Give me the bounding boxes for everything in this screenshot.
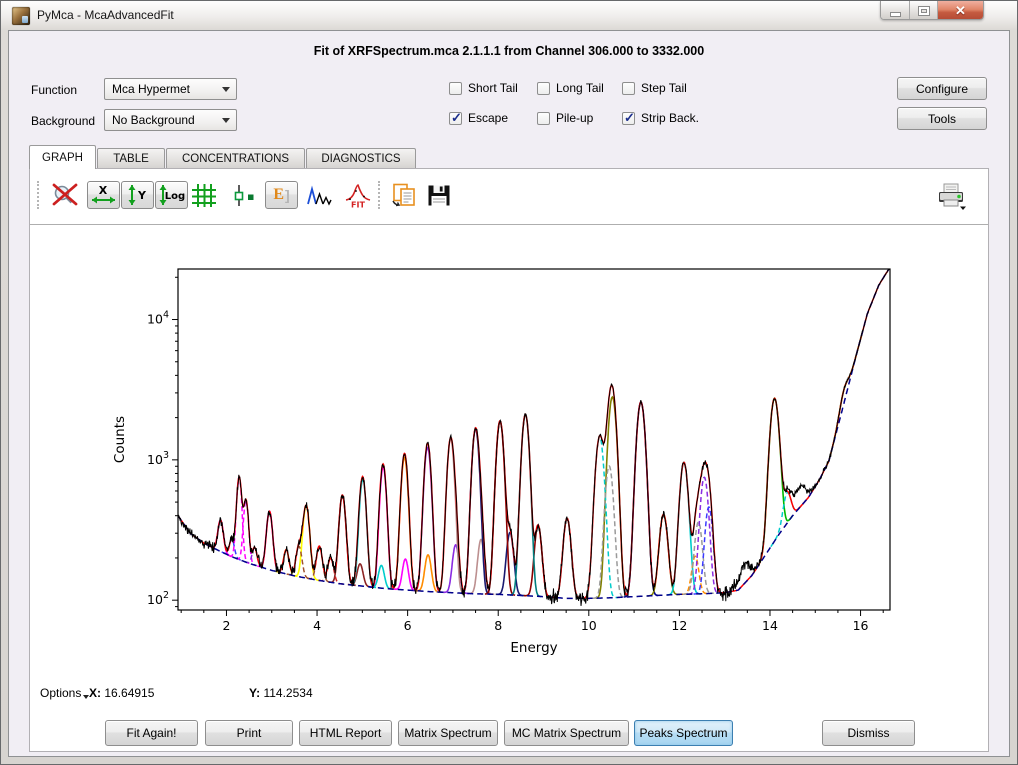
graph-tab-pane: X Y Log: [29, 168, 989, 752]
options-label: Options: [40, 686, 81, 700]
tab-concentrations[interactable]: CONCENTRATIONS: [166, 148, 305, 169]
checkbox-box: [622, 112, 635, 125]
background-combobox[interactable]: No Background: [104, 109, 237, 131]
svg-text:FIT: FIT: [351, 201, 365, 210]
peaks-spectrum-button[interactable]: Peaks Spectrum: [634, 720, 733, 746]
svg-text:104: 104: [147, 310, 169, 327]
spectrum-icon[interactable]: [306, 182, 336, 209]
pymca-window: PyMca - McaAdvancedFit ✕ Fit of XRFSpect…: [0, 0, 1018, 765]
x-autoscale-button[interactable]: X: [87, 181, 120, 209]
grid-icon[interactable]: [190, 182, 220, 209]
svg-text:16: 16: [853, 618, 869, 633]
checkbox-box: [537, 112, 550, 125]
configure-button[interactable]: Configure: [897, 77, 987, 100]
title-bar[interactable]: PyMca - McaAdvancedFit ✕: [1, 1, 1017, 30]
options-menu[interactable]: Options: [40, 686, 89, 700]
svg-text:12: 12: [671, 618, 687, 633]
checkbox-long-tail[interactable]: Long Tail: [537, 81, 604, 95]
function-combobox[interactable]: Mca Hypermet: [104, 78, 237, 100]
log-scale-button[interactable]: Log: [155, 181, 188, 209]
tab-graph[interactable]: GRAPH: [29, 145, 96, 169]
checkbox-label: Strip Back.: [641, 111, 699, 125]
background-value: No Background: [112, 113, 195, 127]
checkbox-pile-up[interactable]: Pile-up: [537, 111, 593, 125]
svg-text:6: 6: [404, 618, 412, 633]
minimize-button[interactable]: [881, 1, 910, 20]
checkbox-label: Escape: [468, 111, 508, 125]
html-report-button[interactable]: HTML Report: [299, 720, 392, 746]
checkbox-short-tail[interactable]: Short Tail: [449, 81, 518, 95]
svg-text:Y: Y: [137, 189, 147, 202]
checkbox-label: Long Tail: [556, 81, 604, 95]
x-value: 16.64915: [104, 686, 154, 700]
checkbox-label: Step Tail: [641, 81, 687, 95]
y-label: Y:: [249, 686, 260, 700]
fit-header-title: Fit of XRFSpectrum.mca 2.1.1.1 from Chan…: [9, 44, 1009, 58]
svg-text:X: X: [99, 184, 108, 197]
maximize-button[interactable]: [910, 1, 938, 20]
checkbox-strip-back[interactable]: Strip Back.: [622, 111, 699, 125]
checkbox-box: [537, 82, 550, 95]
minimize-icon: [891, 13, 900, 16]
fit-again-button[interactable]: Fit Again!: [105, 720, 198, 746]
close-button[interactable]: ✕: [938, 1, 983, 20]
cursor-y-readout: Y: 114.2534: [249, 686, 313, 700]
svg-text:Counts: Counts: [112, 416, 128, 463]
checkbox-box: [622, 82, 635, 95]
checkbox-box: [449, 112, 462, 125]
x-label: X:: [89, 686, 101, 700]
toolbar-handle[interactable]: [37, 181, 42, 209]
svg-text:Log: Log: [165, 191, 185, 202]
copy-icon[interactable]: [390, 182, 420, 209]
checkbox-box: [449, 82, 462, 95]
function-label: Function: [31, 83, 77, 97]
svg-text:102: 102: [147, 590, 169, 607]
svg-text:8: 8: [494, 618, 502, 633]
svg-text:10: 10: [581, 618, 597, 633]
zoom-reset-icon[interactable]: [50, 182, 80, 209]
tab-diagnostics[interactable]: DIAGNOSTICS: [306, 148, 416, 169]
y-autoscale-button[interactable]: Y: [121, 181, 154, 209]
dismiss-button[interactable]: Dismiss: [822, 720, 915, 746]
bracket-glyph: ]: [285, 188, 290, 202]
checkbox-label: Pile-up: [556, 111, 593, 125]
svg-text:103: 103: [147, 450, 169, 467]
energy-toggle-button[interactable]: E ]: [265, 181, 298, 209]
peak-markers-icon[interactable]: [230, 182, 260, 209]
maximize-icon: [919, 7, 929, 15]
dialog-client-area: Fit of XRFSpectrum.mca 2.1.1.1 from Chan…: [8, 30, 1010, 757]
energy-icon: E: [273, 187, 284, 203]
chevron-down-icon: [222, 87, 230, 92]
checkbox-escape[interactable]: Escape: [449, 111, 508, 125]
toolbar-separator: [30, 224, 988, 225]
toolbar-handle[interactable]: [378, 181, 383, 209]
fit-icon[interactable]: FIT: [344, 182, 374, 209]
svg-text:Energy: Energy: [510, 640, 557, 656]
chevron-down-icon: [222, 118, 230, 123]
window-controls: ✕: [880, 1, 984, 20]
save-icon[interactable]: [426, 182, 456, 209]
close-icon: ✕: [955, 4, 966, 17]
svg-text:14: 14: [762, 618, 778, 633]
checkbox-label: Short Tail: [468, 81, 518, 95]
tab-table[interactable]: TABLE: [97, 148, 165, 169]
svg-text:4: 4: [313, 618, 321, 633]
y-value: 114.2534: [263, 686, 312, 700]
tools-button[interactable]: Tools: [897, 107, 987, 130]
window-title: PyMca - McaAdvancedFit: [37, 8, 174, 22]
background-label: Background: [31, 114, 95, 128]
spectrum-chart[interactable]: 2 4 6 8 10 12 14 16 102 103 104 Energy Counts: [102, 250, 902, 670]
print-icon[interactable]: [935, 182, 965, 209]
app-icon: [12, 7, 30, 25]
matrix-spectrum-button[interactable]: Matrix Spectrum: [398, 720, 498, 746]
svg-text:2: 2: [222, 618, 230, 633]
cursor-x-readout: X: 16.64915: [89, 686, 154, 700]
checkbox-step-tail[interactable]: Step Tail: [622, 81, 687, 95]
print-button[interactable]: Print: [205, 720, 293, 746]
function-value: Mca Hypermet: [112, 82, 190, 96]
mc-matrix-spectrum-button[interactable]: MC Matrix Spectrum: [504, 720, 629, 746]
